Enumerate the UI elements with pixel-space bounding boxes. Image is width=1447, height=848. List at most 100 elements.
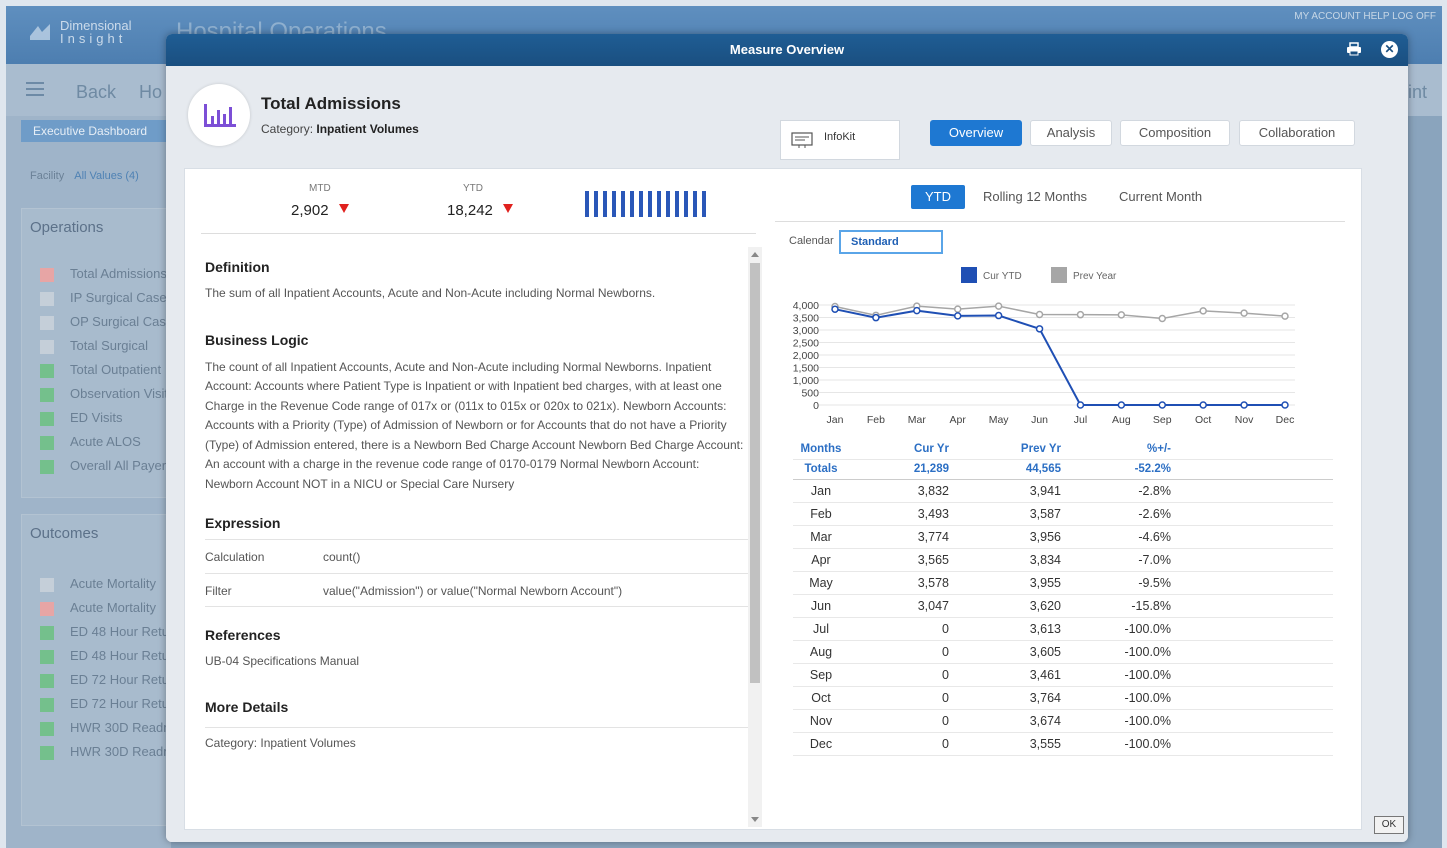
data-point-prev-year <box>994 302 1003 310</box>
status-square-icon <box>40 340 54 354</box>
status-square-icon <box>40 578 54 592</box>
x-tick-label: Jun <box>1031 414 1048 426</box>
operations-item[interactable]: ED Visits <box>22 406 170 430</box>
references-text: UB-04 Specifications Manual <box>205 654 360 668</box>
scroll-up-icon[interactable] <box>751 252 759 257</box>
account-links[interactable]: MY ACCOUNT HELP LOG OFF <box>1294 11 1436 22</box>
status-square-icon <box>40 460 54 474</box>
x-tick-label: Aug <box>1112 414 1131 426</box>
outcomes-item[interactable]: HWR 30D Readmit <box>22 740 170 764</box>
hamburger-menu-icon[interactable] <box>26 82 44 96</box>
cell-pct: -100.0% <box>1063 640 1173 664</box>
operations-item[interactable]: Total Outpatient <box>22 358 170 382</box>
outcomes-item-label: Acute Mortality <box>70 576 156 591</box>
tab-overview[interactable]: Overview <box>930 120 1022 146</box>
cell-cur-yr: 3,493 <box>849 502 953 526</box>
cell-month: Mar <box>793 525 849 549</box>
status-square-icon <box>40 316 54 330</box>
more-details-partial: Category: Inpatient Volumes <box>205 726 750 754</box>
definition-text: The sum of all Inpatient Accounts, Acute… <box>205 286 656 300</box>
data-point-cur-ytd <box>1117 401 1126 409</box>
operations-title: Operations <box>30 219 104 236</box>
cell-prev-yr: 3,461 <box>953 663 1063 687</box>
scroll-down-icon[interactable] <box>751 817 759 822</box>
status-square-icon <box>40 364 54 378</box>
status-square-icon <box>40 388 54 402</box>
period-tab-ytd[interactable]: YTD <box>911 185 965 209</box>
expression-value: count() <box>323 550 361 564</box>
cell-cur-yr: 3,832 <box>849 479 953 503</box>
outcomes-item[interactable]: ED 72 Hour Return <box>22 692 170 716</box>
operations-item[interactable]: Total Surgical <box>22 334 170 358</box>
period-tab-rolling-12[interactable]: Rolling 12 Months <box>983 185 1087 209</box>
table-row: Oct 0 3,764 -100.0% <box>793 686 1333 710</box>
trend-panel: YTD Rolling 12 Months Current Month Cale… <box>775 169 1355 829</box>
status-square-icon <box>40 436 54 450</box>
tab-composition[interactable]: Composition <box>1120 120 1230 146</box>
cell-month: Apr <box>793 548 849 572</box>
operations-item[interactable]: OP Surgical Cases <box>22 310 170 334</box>
operations-item[interactable]: IP Surgical Cases <box>22 286 170 310</box>
outcomes-item[interactable]: ED 48 Hour Return <box>22 620 170 644</box>
status-square-icon <box>40 626 54 640</box>
ok-button[interactable]: OK <box>1374 816 1404 834</box>
operations-item-label: Total Outpatient <box>70 362 162 377</box>
data-point-cur-ytd <box>1076 401 1085 409</box>
outcomes-item[interactable]: ED 48 Hour Return <box>22 644 170 668</box>
facility-value[interactable]: All Values (4) <box>74 170 139 182</box>
legend-label: Prev Year <box>1073 271 1117 282</box>
status-square-icon <box>40 746 54 760</box>
y-tick-label: 1,000 <box>793 375 819 387</box>
operations-item[interactable]: Overall All Payer <box>22 454 170 478</box>
mtd-label: MTD <box>309 183 331 194</box>
operations-item-label: OP Surgical Cases <box>70 314 170 329</box>
back-button[interactable]: Back <box>76 82 116 103</box>
print-icon[interactable] <box>1346 42 1362 56</box>
header-prev-yr: Prev Yr <box>953 439 1063 460</box>
outcomes-item[interactable]: Acute Mortality <box>22 596 170 620</box>
facility-filter[interactable]: Facility All Values (4) <box>30 170 139 182</box>
executive-dashboard-tab[interactable]: Executive Dashboard <box>21 120 166 142</box>
tab-collaboration[interactable]: Collaboration <box>1239 120 1355 146</box>
data-point-cur-ytd <box>913 306 921 315</box>
close-icon[interactable]: ✕ <box>1381 41 1398 58</box>
expression-value: value("Admission") or value("Normal Newb… <box>323 584 623 598</box>
outcomes-item[interactable]: HWR 30D Readmit <box>22 716 170 740</box>
cell-cur-yr: 0 <box>849 663 953 687</box>
outcomes-item[interactable]: Acute Mortality <box>22 572 170 596</box>
tab-analysis[interactable]: Analysis <box>1030 120 1112 146</box>
data-point-prev-year <box>1240 309 1248 317</box>
outcomes-item[interactable]: ED 72 Hour Return <box>22 668 170 692</box>
cell-pct: -7.0% <box>1063 548 1173 572</box>
details-scrollbar[interactable] <box>748 247 762 827</box>
cell-prev-yr: 3,620 <box>953 594 1063 618</box>
home-button[interactable]: Ho <box>139 82 162 103</box>
ytd-value: 18,242 <box>447 202 493 219</box>
cell-cur-yr: 0 <box>849 709 953 733</box>
operations-item[interactable]: Observation Visits <box>22 382 170 406</box>
totals-prev-yr: 44,565 <box>953 459 1063 480</box>
measure-logo <box>188 84 250 146</box>
cell-month: Feb <box>793 502 849 526</box>
ytd-kpi: 18,242 <box>447 202 513 219</box>
infokit-button[interactable]: InfoKit <box>780 120 900 160</box>
infokit-label: InfoKit <box>824 131 856 143</box>
details-scroll-area[interactable]: Definition The sum of all Inpatient Acco… <box>205 259 750 814</box>
business-logic-text: The count of all Inpatient Accounts, Acu… <box>205 359 744 491</box>
legend-swatch <box>961 267 977 283</box>
facility-label: Facility <box>30 170 65 182</box>
cell-cur-yr: 0 <box>849 686 953 710</box>
status-square-icon <box>40 602 54 616</box>
cell-pct: -4.6% <box>1063 525 1173 549</box>
cell-prev-yr: 3,955 <box>953 571 1063 595</box>
table-row: Feb 3,493 3,587 -2.6% <box>793 502 1333 526</box>
cell-pct: -100.0% <box>1063 617 1173 641</box>
calendar-select[interactable]: Standard <box>839 230 943 254</box>
operations-item[interactable]: Total Admissions <box>22 262 170 286</box>
outcomes-title: Outcomes <box>30 525 99 542</box>
period-tab-current-month[interactable]: Current Month <box>1119 185 1202 209</box>
toolbar-right-item[interactable]: int <box>1408 82 1427 103</box>
x-tick-label: Apr <box>950 414 967 426</box>
scrollbar-thumb[interactable] <box>750 263 760 683</box>
operations-item[interactable]: Acute ALOS <box>22 430 170 454</box>
